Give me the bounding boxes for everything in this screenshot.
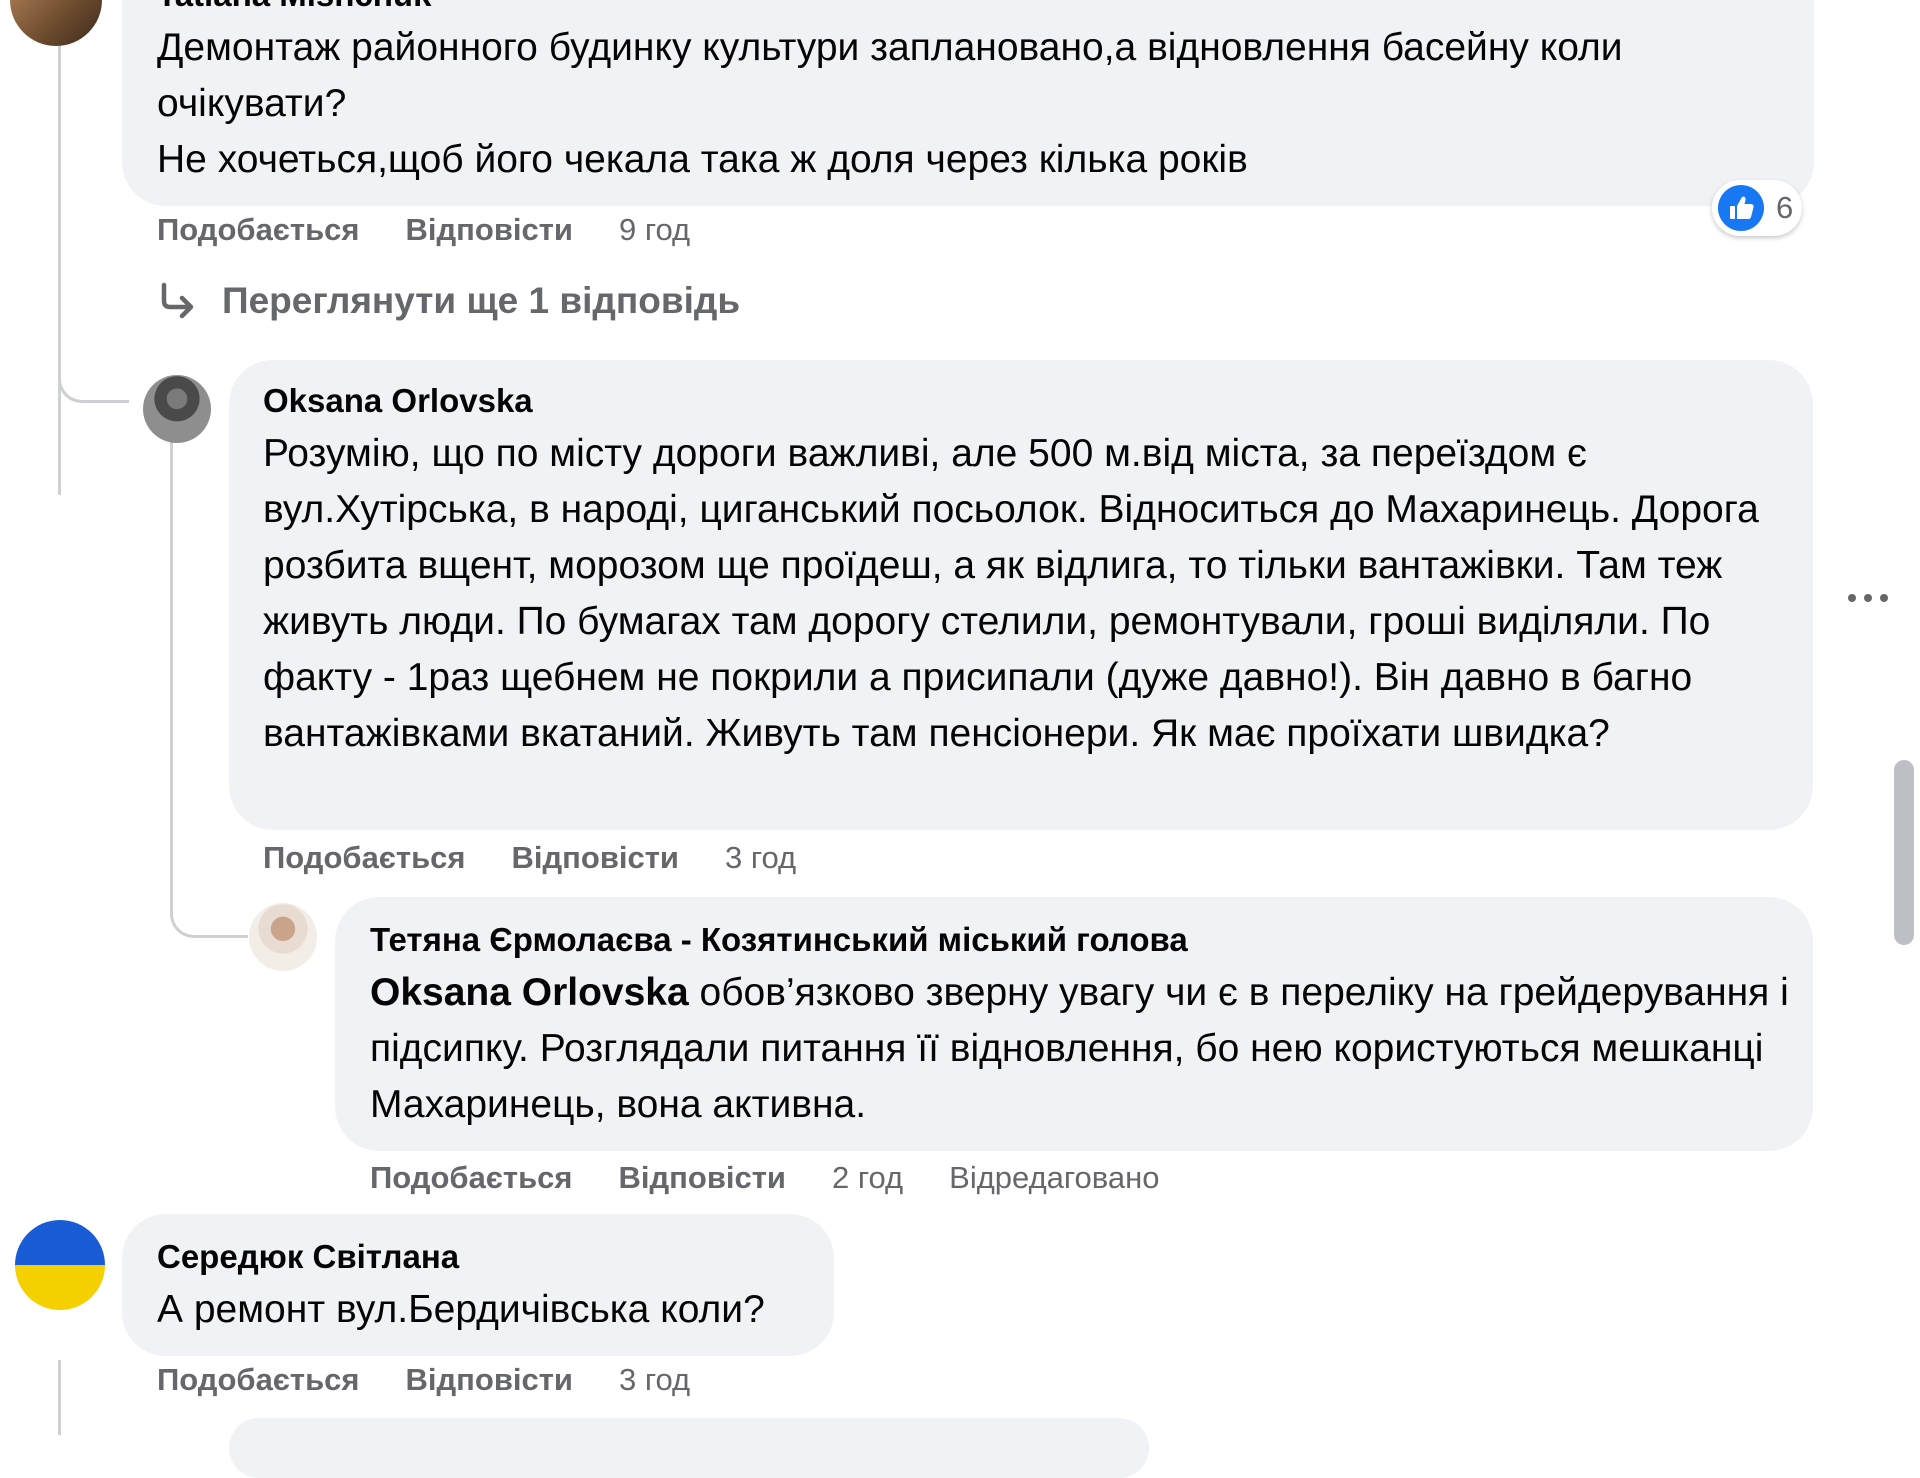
thread-line-main [58, 40, 129, 403]
comment-actions: Подобається Відповісти 3 год [157, 1362, 736, 1398]
more-options-button[interactable] [1848, 578, 1888, 618]
edited-label: Відредаговано [949, 1160, 1160, 1195]
like-button[interactable]: Подобається [263, 840, 466, 876]
reaction-count: 6 [1776, 190, 1794, 225]
comment-text: Демонтаж районного будинку культури запл… [157, 20, 1777, 188]
more-icon [1848, 594, 1888, 602]
comment-paragraph: Не хочеться,щоб його чекала така ж доля … [157, 138, 1248, 181]
reply-button[interactable]: Відповісти [512, 840, 680, 876]
comment-timestamp[interactable]: 3 год [619, 1362, 690, 1398]
comment-text: А ремонт вул.Бердичівська коли? [157, 1288, 765, 1331]
avatar[interactable] [249, 903, 317, 971]
reaction-badge[interactable]: 6 [1712, 180, 1802, 236]
comment-actions: Подобається Відповісти 9 год [157, 212, 736, 248]
comment-actions: Подобається Відповісти 2 год Відредагова… [370, 1160, 1160, 1196]
like-icon [1718, 185, 1764, 231]
reply-button[interactable]: Відповісти [619, 1160, 787, 1196]
like-button[interactable]: Подобається [370, 1160, 573, 1196]
like-button[interactable]: Подобається [157, 1362, 360, 1398]
comment-timestamp[interactable]: 3 год [725, 840, 796, 876]
comment-timestamp[interactable]: 9 год [619, 212, 690, 248]
like-button[interactable]: Подобається [157, 212, 360, 248]
comment-bubble-next [229, 1418, 1149, 1478]
avatar[interactable] [143, 375, 211, 443]
comment-paragraph: Демонтаж районного будинку культури запл… [157, 26, 1623, 125]
scrollbar-thumb[interactable] [1894, 760, 1914, 945]
mention-link[interactable]: Oksana Orlovska [370, 971, 689, 1014]
comment-author[interactable]: Середюк Світлана [157, 1238, 459, 1276]
comment-timestamp[interactable]: 2 год [832, 1160, 903, 1196]
comment-actions: Подобається Відповісти 3 год [263, 840, 842, 876]
comment-text: Розумію, що по місту дороги важливі, але… [263, 432, 1759, 755]
comment-author[interactable]: Tatiana Mishchuk [157, 0, 431, 14]
thread-line-bottom [58, 1360, 61, 1435]
reply-arrow-icon [158, 281, 200, 321]
view-more-label: Переглянути ще 1 відповідь [222, 280, 741, 321]
reply-button[interactable]: Відповісти [406, 1362, 574, 1398]
reply-button[interactable]: Відповісти [406, 212, 574, 248]
comment-author[interactable]: Oksana Orlovska [263, 382, 533, 420]
avatar[interactable] [15, 1220, 105, 1310]
comment-author[interactable]: Тетяна Єрмолаєва - Козятинський міський … [370, 921, 1188, 959]
view-more-replies[interactable]: Переглянути ще 1 відповідь [158, 280, 740, 322]
thread-line-secondary [58, 345, 61, 495]
comment-text: Oksana Orlovska обов’язково зверну увагу… [370, 965, 1790, 1133]
